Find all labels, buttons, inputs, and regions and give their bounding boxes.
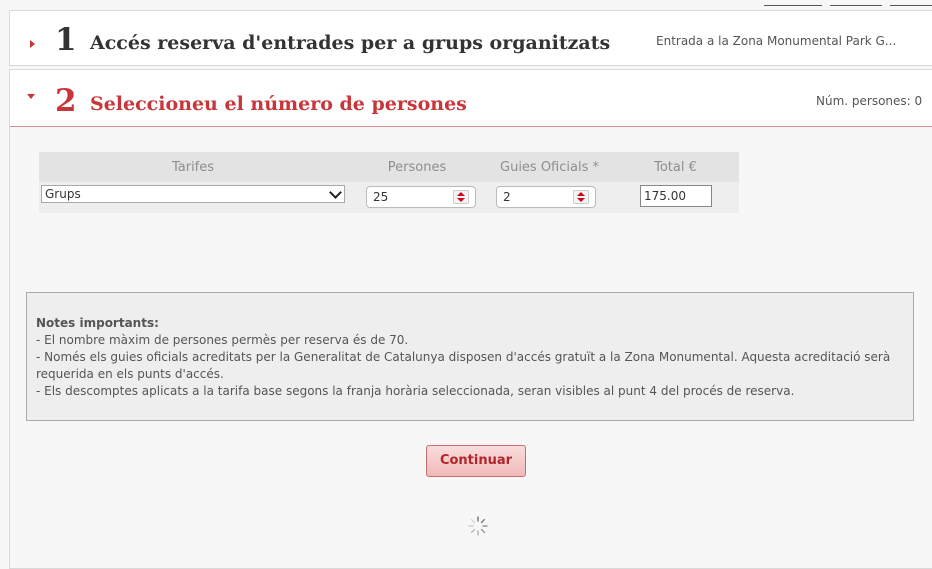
cell-persones: 25: [347, 182, 487, 213]
total-field[interactable]: 175.00: [640, 185, 712, 207]
cell-guies: 2: [487, 182, 612, 213]
note-line: - El nombre màxim de persones permès per…: [36, 333, 409, 347]
rates-header-row: Tarifes Persones Guies Oficials * Total …: [39, 152, 739, 182]
continue-button[interactable]: Continuar: [426, 445, 526, 477]
spin-arrows-icon[interactable]: [573, 190, 589, 204]
spin-arrows-icon[interactable]: [453, 190, 469, 204]
step2-summary: Núm. persones: 0: [816, 94, 923, 108]
guides-value: 2: [503, 190, 511, 204]
step1-title: Accés reserva d'entrades per a grups org…: [90, 32, 611, 54]
rate-select-value: Grups: [45, 187, 81, 201]
step1-header[interactable]: 1 Accés reserva d'entrades per a grups o…: [9, 10, 932, 66]
rate-select[interactable]: Grups: [41, 185, 345, 203]
caret-right-icon: [30, 40, 35, 48]
note-line: - Els descomptes aplicats a la tarifa ba…: [36, 384, 795, 398]
persons-stepper[interactable]: 25: [366, 186, 476, 208]
notes-title: Notes importants:: [36, 316, 159, 330]
chevron-down-icon: [329, 186, 342, 199]
step2-panel: 2 Seleccioneu el número de persones Núm.…: [9, 69, 932, 569]
step2-header[interactable]: 2 Seleccioneu el número de persones Núm.…: [10, 70, 932, 127]
guides-stepper[interactable]: 2: [496, 186, 596, 208]
header-persones: Persones: [347, 152, 487, 182]
step2-number: 2: [55, 83, 77, 119]
important-notes: Notes importants: - El nombre màxim de p…: [26, 292, 914, 421]
note-line: - Només els guies oficials acreditats pe…: [36, 350, 891, 381]
header-total: Total €: [612, 152, 739, 182]
loading-spinner-icon: [468, 516, 488, 536]
header-tarifes: Tarifes: [39, 152, 347, 182]
persons-value: 25: [373, 190, 389, 204]
header-guies: Guies Oficials *: [487, 152, 612, 182]
rates-table: Tarifes Persones Guies Oficials * Total …: [39, 152, 739, 213]
cell-total: 175.00: [612, 182, 739, 213]
top-decorative-lines: [732, 0, 932, 8]
step2-title: Seleccioneu el número de persones: [90, 93, 467, 115]
cell-tarifa: Grups: [39, 182, 347, 213]
rates-row: Grups 25 2 175.00: [39, 182, 739, 213]
caret-down-icon: [27, 94, 35, 99]
step1-number: 1: [55, 22, 77, 58]
step1-summary: Entrada a la Zona Monumental Park G...: [656, 34, 897, 48]
